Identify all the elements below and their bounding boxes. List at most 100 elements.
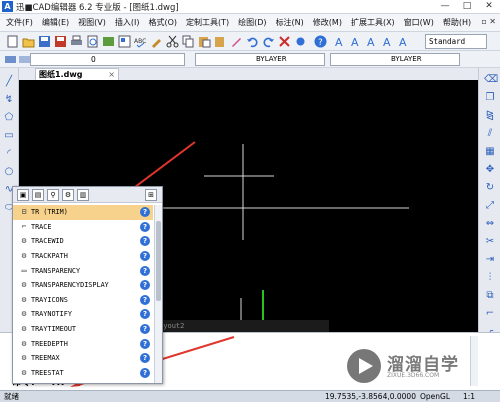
paste-special-icon[interactable] (214, 35, 227, 48)
menu-insert[interactable]: 插入(I) (115, 17, 140, 28)
renderer-toggle[interactable]: OpenGL (420, 391, 450, 402)
help-icon[interactable]: ? (140, 236, 150, 247)
list-item[interactable]: ⚙ TREEMAX ? (13, 351, 153, 366)
array-icon[interactable]: ▦ (484, 146, 496, 158)
help-icon[interactable]: ? (140, 324, 150, 335)
mirror-icon[interactable]: ⧎ (484, 110, 496, 122)
list-item[interactable]: ⚙ TREESTAT ? (13, 366, 153, 381)
list-item[interactable]: ⚙ TRACKPATH ? (13, 249, 153, 264)
annotation-scale[interactable]: 1:1 (463, 391, 475, 402)
break-icon[interactable]: ⫶ (484, 272, 496, 284)
popup-settings-icon[interactable]: ⚙ (62, 189, 74, 201)
list-item[interactable]: ▭ TRANSPARENCY ? (13, 263, 153, 278)
layout-icon[interactable] (118, 35, 131, 48)
cut-icon[interactable] (166, 35, 179, 48)
rectangle-icon[interactable]: ▭ (3, 130, 15, 142)
document-window-controls[interactable]: ▫ ✕ (481, 17, 496, 26)
list-item[interactable]: ⌐ TRACE ? (13, 220, 153, 235)
list-item[interactable]: ⚙ TREEDEPTH ? (13, 336, 153, 351)
polygon-icon[interactable]: ⬠ (3, 112, 15, 124)
stretch-icon[interactable]: ⇔ (484, 218, 496, 230)
close-tab-icon[interactable]: × (108, 69, 115, 80)
menu-modify[interactable]: 修改(M) (313, 17, 342, 28)
redo-icon[interactable] (262, 35, 275, 48)
list-item[interactable]: ⊟ TR (TRIM) ? (13, 205, 153, 220)
text-icon[interactable]: A (334, 35, 347, 48)
help-icon[interactable]: ? (140, 251, 150, 262)
list-item[interactable]: ⚙ TRAYNOTIFY ? (13, 307, 153, 322)
popup-search-icon[interactable]: ⚲ (47, 189, 59, 201)
list-item[interactable]: ⚙ TRACEWID ? (13, 234, 153, 249)
help-icon[interactable]: ? (314, 35, 327, 48)
plot-preview-icon[interactable] (86, 35, 99, 48)
color-select[interactable]: BYLAYER (195, 53, 325, 66)
popup-scrollbar-thumb[interactable] (156, 221, 161, 301)
text-justify-icon[interactable]: A (398, 35, 411, 48)
close-button[interactable]: ✕ (478, 0, 500, 14)
help-icon[interactable]: ? (140, 221, 150, 232)
brush-icon[interactable] (230, 35, 243, 48)
extend-icon[interactable]: ⇥ (484, 254, 496, 266)
new-file-icon[interactable] (6, 35, 19, 48)
delete-icon[interactable] (278, 35, 291, 48)
help-icon[interactable]: ? (140, 353, 150, 364)
publish-icon[interactable] (102, 35, 115, 48)
popup-scrollbar[interactable] (154, 205, 162, 383)
document-tab[interactable]: 图纸1.dwg × (35, 68, 119, 80)
popup-pin-icon[interactable]: ⊞ (145, 189, 157, 201)
layer-manager-icon[interactable] (4, 53, 17, 66)
maximize-button[interactable]: □ (456, 0, 478, 14)
line-icon[interactable]: ╱ (3, 76, 15, 88)
undo-icon[interactable] (246, 35, 259, 48)
spellcheck-icon[interactable]: ABC (134, 35, 147, 48)
copy-object-icon[interactable]: ❐ (484, 92, 496, 104)
help-icon[interactable]: ? (140, 309, 150, 320)
menu-custom-tools[interactable]: 定制工具(T) (186, 17, 229, 28)
text-style-icon[interactable]: A (366, 35, 379, 48)
rotate-icon[interactable]: ↻ (484, 182, 496, 194)
layer-select[interactable]: 0 (30, 53, 185, 66)
linetype-select[interactable]: BYLAYER (330, 53, 460, 66)
save-icon[interactable] (38, 35, 51, 48)
join-icon[interactable]: ⧉ (484, 290, 496, 302)
circle-icon[interactable]: ○ (3, 166, 15, 178)
copy-icon[interactable] (182, 35, 195, 48)
help-icon[interactable]: ? (140, 367, 150, 378)
list-item[interactable]: ⚙ TRAYICONS ? (13, 293, 153, 308)
help-icon[interactable]: ? (140, 294, 150, 305)
help-icon[interactable]: ? (140, 265, 150, 276)
print-icon[interactable] (70, 35, 83, 48)
menu-draw[interactable]: 绘图(D) (238, 17, 266, 28)
erase-icon[interactable]: ⌫ (484, 74, 498, 86)
list-item[interactable]: ⚙ TRANSPARENCYDISPLAY ? (13, 278, 153, 293)
help-icon[interactable]: ? (140, 338, 150, 349)
menu-edit[interactable]: 编辑(E) (42, 17, 69, 28)
popup-list-icon[interactable]: ▤ (32, 189, 44, 201)
chamfer-icon[interactable]: ⌐ (484, 308, 496, 320)
help-icon[interactable]: ? (140, 207, 150, 218)
save-as-icon[interactable] (54, 35, 67, 48)
menu-extend-tools[interactable]: 扩展工具(X) (351, 17, 395, 28)
offset-icon[interactable]: ⫽ (484, 128, 496, 140)
menu-window[interactable]: 窗口(W) (404, 17, 434, 28)
menu-file[interactable]: 文件(F) (6, 17, 33, 28)
move-icon[interactable]: ✥ (484, 164, 496, 176)
arc-icon[interactable]: ◜ (3, 148, 15, 160)
popup-columns-icon[interactable]: ▥ (77, 189, 89, 201)
minimize-button[interactable]: — (434, 0, 456, 14)
pan-icon[interactable] (294, 35, 307, 48)
list-item[interactable]: ⚙ TRAYTIMEOUT ? (13, 322, 153, 337)
help-icon[interactable]: ? (140, 280, 150, 291)
trim-tool-icon[interactable]: ✂ (484, 236, 496, 248)
text-scale-icon[interactable]: A (382, 35, 395, 48)
open-folder-icon[interactable] (22, 35, 35, 48)
paste-icon[interactable] (198, 35, 211, 48)
match-properties-icon[interactable] (150, 35, 163, 48)
polyline-icon[interactable]: ↯ (3, 94, 15, 106)
popup-view-icon[interactable]: ▣ (17, 189, 29, 201)
multiline-text-icon[interactable]: A (350, 35, 363, 48)
menu-dimension[interactable]: 标注(N) (276, 17, 304, 28)
menu-format[interactable]: 格式(O) (148, 17, 177, 28)
menu-view[interactable]: 视图(V) (78, 17, 106, 28)
scale-icon[interactable]: ⤢ (484, 200, 496, 212)
